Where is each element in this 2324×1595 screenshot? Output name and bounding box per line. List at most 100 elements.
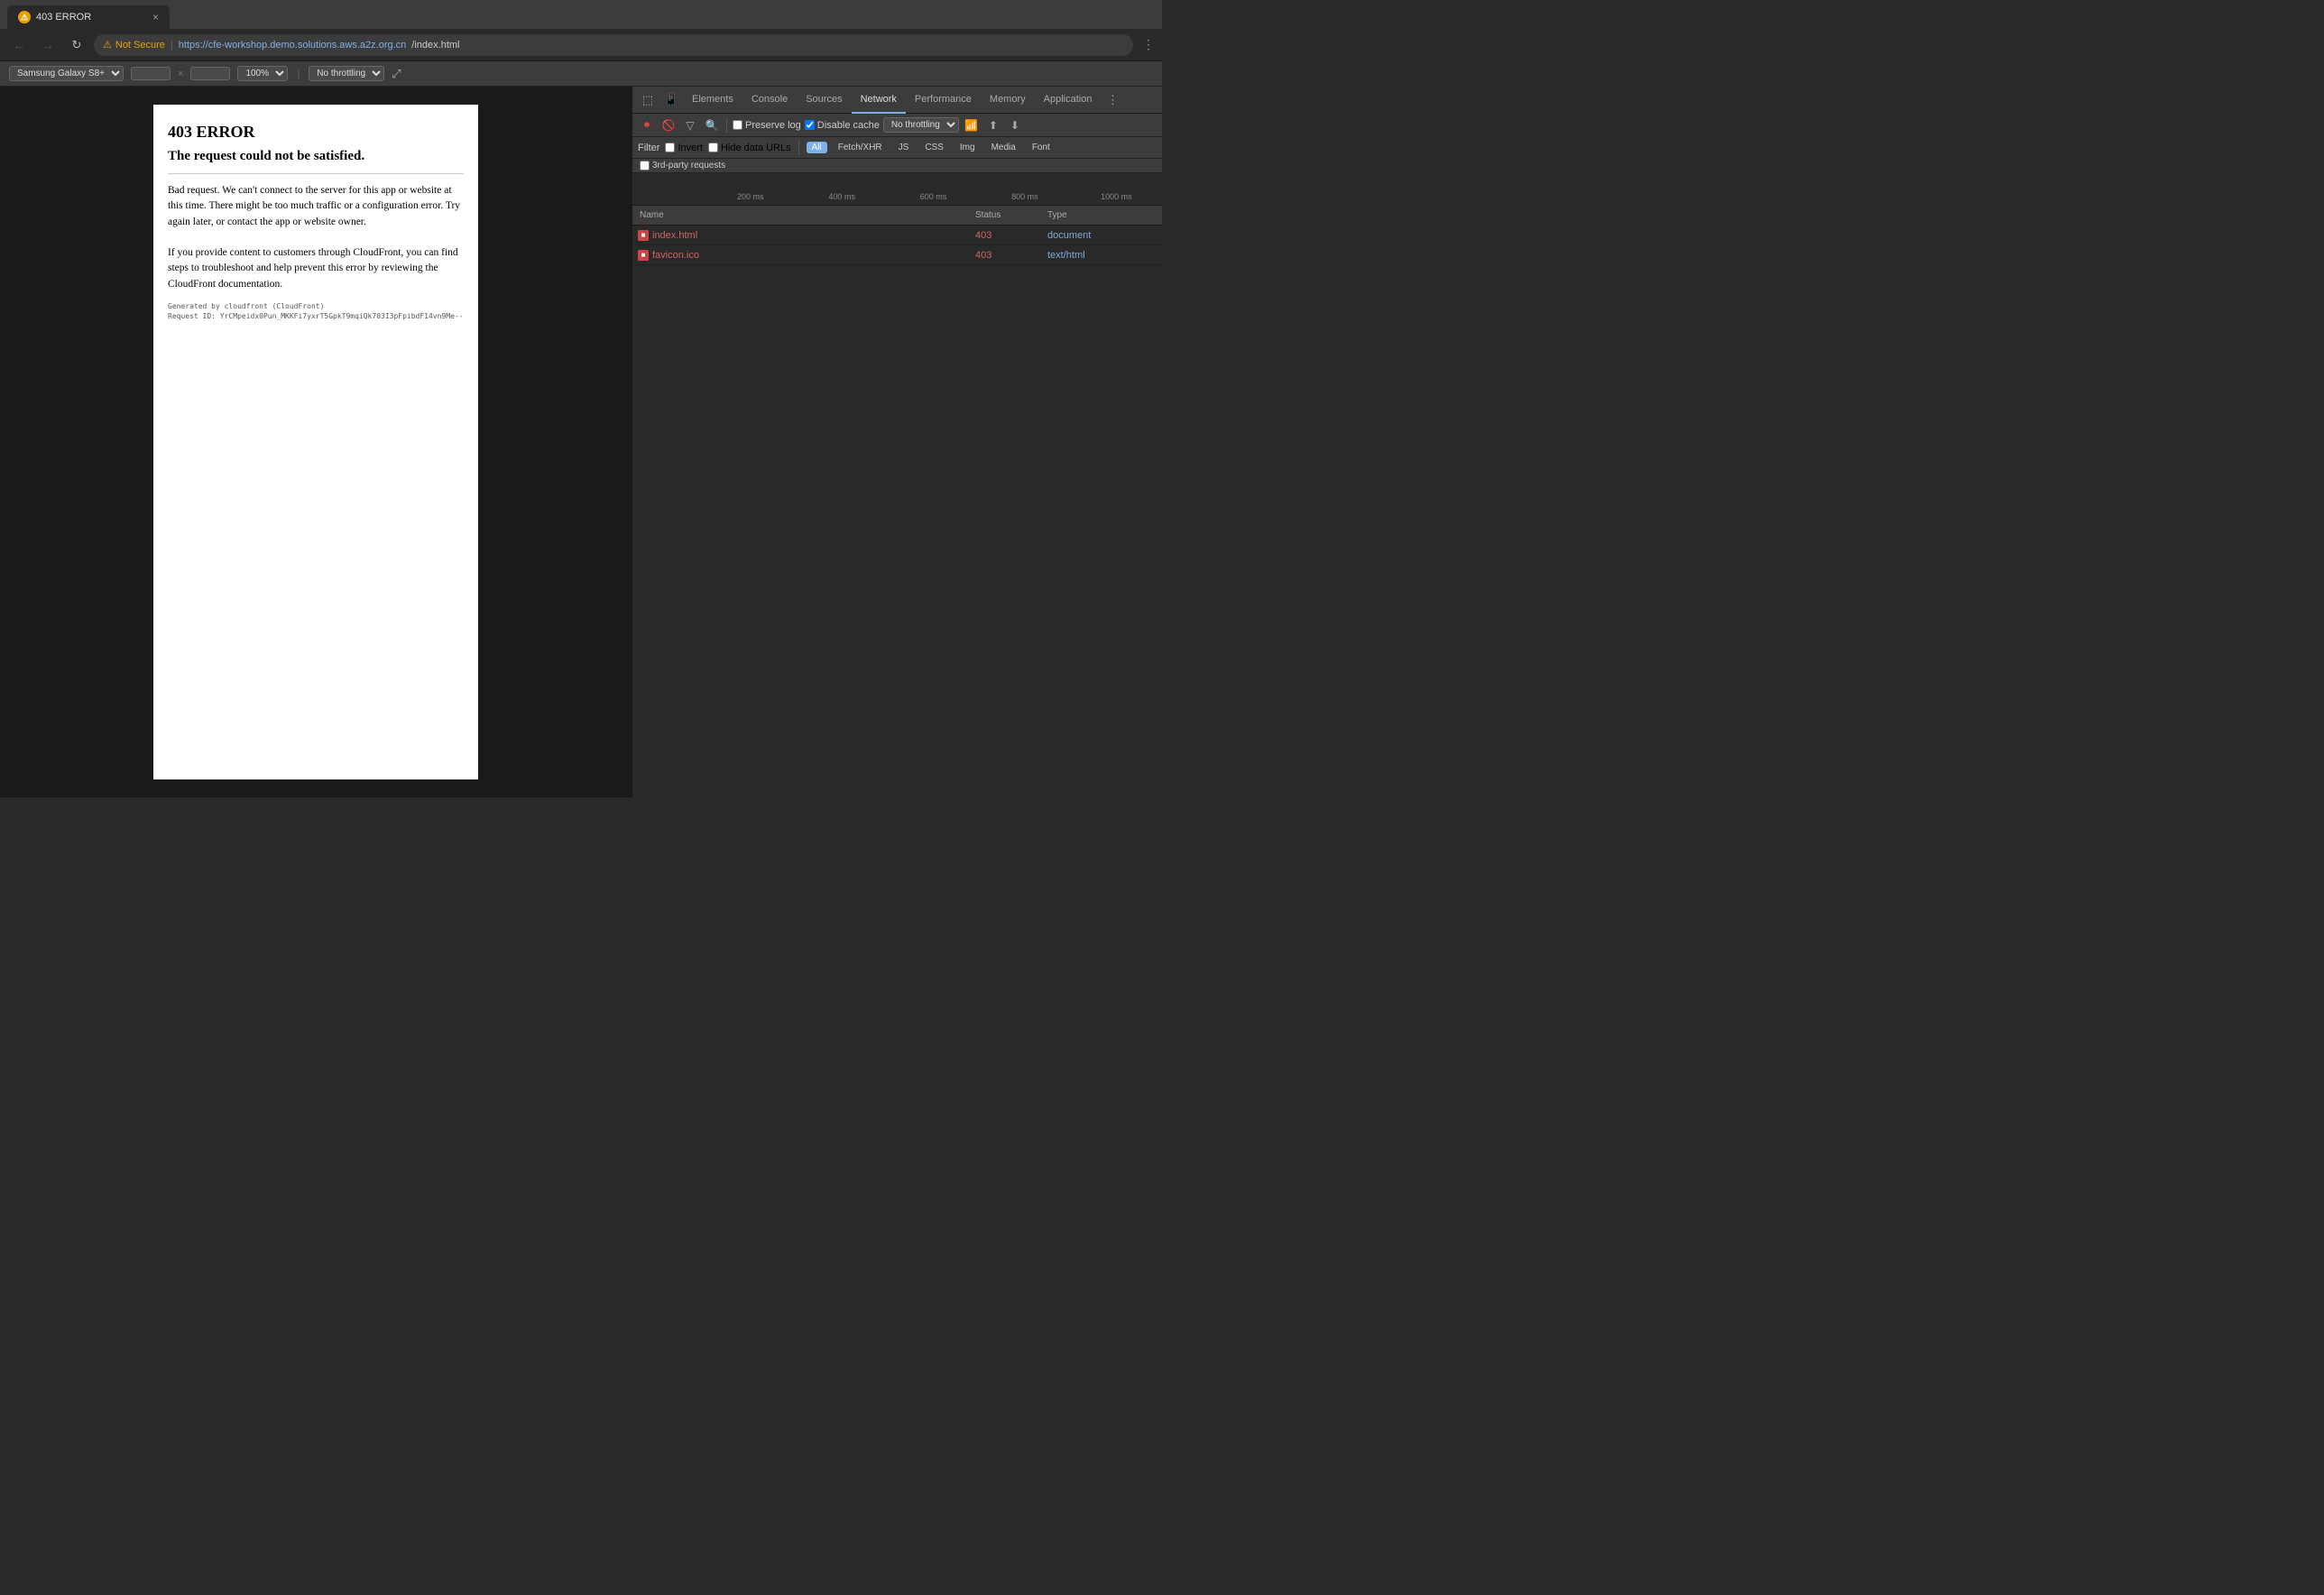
record-button[interactable]: ⏺ [638,116,656,134]
error-title: 403 ERROR [168,123,464,142]
tab-performance[interactable]: Performance [906,87,981,114]
row-1-name-text: index.html [652,230,697,241]
filter-type-all[interactable]: All [807,142,827,153]
table-row[interactable]: ■ favicon.ico 403 text/html [632,245,1162,265]
network-toolbar: ⏺ 🚫 ▽ 🔍 Preserve log Disable cache No th… [632,114,1162,137]
filter-type-fetch-xhr[interactable]: Fetch/XHR [833,142,888,153]
header-name: Name [632,210,975,220]
row-1-name[interactable]: ■ index.html [632,230,975,241]
zoom-selector[interactable]: 100% [237,66,288,81]
filter-icon-btn[interactable]: ▽ [681,116,699,134]
page-viewport: 403 ERROR The request could not be satis… [0,87,632,798]
browser-menu-button[interactable]: ⋮ [1142,37,1155,52]
invert-text: Invert [678,143,703,153]
tab-network[interactable]: Network [852,87,906,114]
filter-type-font[interactable]: Font [1027,142,1056,153]
preserve-log-checkbox[interactable] [733,120,742,130]
filter-label: Filter [638,143,659,153]
security-indicator: ⚠ Not Secure [103,39,165,51]
timeline-label-400ms: 400 ms [796,192,887,201]
row-1-favicon: ■ [638,230,649,241]
download-button[interactable]: ⬇ [1006,116,1024,134]
disable-cache-text: Disable cache [817,120,880,131]
tab-bar: ⚠ 403 ERROR × [0,0,1162,29]
search-button[interactable]: 🔍 [703,116,721,134]
address-bar: ← → ↻ ⚠ Not Secure | https://cfe-worksho… [0,29,1162,61]
device-toolbar: Samsung Galaxy S8+ 360 × 740 100% | No t… [0,61,1162,87]
tab-application-label: Application [1044,94,1093,105]
hide-data-urls-checkbox[interactable] [708,143,718,152]
invert-checkbox[interactable] [665,143,675,152]
third-party-bar: 3rd-party requests [632,159,1162,173]
error-subtitle: The request could not be satisfied. [168,149,464,174]
throttle-selector[interactable]: No throttling [309,66,384,81]
back-button: ← [7,33,31,57]
timeline-labels: 200 ms 400 ms 600 ms 800 ms 1000 ms [632,192,1162,205]
tab-close-btn[interactable]: × [152,11,159,23]
browser-frame: ⚠ 403 ERROR × ← → ↻ ⚠ Not Secure | https… [0,0,1162,798]
toolbar-divider-1 [726,118,727,133]
hide-data-urls-label[interactable]: Hide data URLs [708,143,791,153]
filter-divider [798,141,799,155]
mobile-frame: 403 ERROR The request could not be satis… [153,105,478,779]
row-2-status: 403 [975,250,1047,261]
wifi-icon-btn[interactable]: 📶 [963,116,981,134]
warning-icon: ⚠ [103,39,112,51]
tab-sources-label: Sources [806,94,842,105]
reload-button[interactable]: ↻ [65,33,88,57]
table-header: Name Status Type [632,206,1162,226]
url-domain: https://cfe-workshop.demo.solutions.aws.… [179,40,407,51]
timeline-label-1000ms: 1000 ms [1071,192,1162,201]
url-separator: | [171,40,173,51]
disable-cache-label[interactable]: Disable cache [805,120,880,131]
filter-bar: Filter Invert Hide data URLs All Fetch/X… [632,137,1162,159]
filter-type-img[interactable]: Img [954,142,981,153]
third-party-checkbox[interactable] [640,161,650,171]
row-2-type: text/html [1047,250,1138,261]
tab-title: 403 ERROR [36,12,147,23]
clear-button[interactable]: 🚫 [659,116,678,134]
filter-type-media[interactable]: Media [986,142,1021,153]
third-party-text: 3rd-party requests [652,161,725,171]
filter-type-css[interactable]: CSS [919,142,949,153]
security-label: Not Secure [115,40,165,51]
main-area: 403 ERROR The request could not be satis… [0,87,1162,798]
row-1-type: document [1047,230,1138,241]
tab-elements-label: Elements [692,94,733,105]
forward-button: → [36,33,60,57]
devtools-panel: ⬚ 📱 Elements Console Sources Network Per… [632,87,1162,798]
row-2-name-text: favicon.ico [652,250,699,261]
devtools-inspect-button[interactable]: ⬚ [636,88,659,112]
devtools-tabs-bar: ⬚ 📱 Elements Console Sources Network Per… [632,87,1162,114]
devtools-more-button[interactable]: ⋮ [1101,88,1124,112]
devtools-responsive-button[interactable]: 📱 [659,88,683,112]
width-input[interactable]: 360 [131,67,171,80]
tab-application[interactable]: Application [1035,87,1102,114]
tab-network-label: Network [861,94,897,105]
tab-memory[interactable]: Memory [981,87,1035,114]
network-throttle-selector[interactable]: No throttling [883,117,959,133]
table-row[interactable]: ■ index.html 403 document [632,226,1162,245]
timeline-label-200ms: 200 ms [705,192,796,201]
third-party-label[interactable]: 3rd-party requests [640,161,725,171]
filter-type-js[interactable]: JS [893,142,915,153]
invert-label[interactable]: Invert [665,143,703,153]
tab-elements[interactable]: Elements [683,87,742,114]
row-2-name[interactable]: ■ favicon.ico [632,250,975,261]
row-2-favicon: ■ [638,250,649,261]
preserve-log-label[interactable]: Preserve log [733,120,801,131]
height-input[interactable]: 740 [190,67,230,80]
network-table: Name Status Type ■ index.html 403 docume… [632,206,1162,798]
device-selector[interactable]: Samsung Galaxy S8+ [9,66,124,81]
disable-cache-checkbox[interactable] [805,120,815,130]
tab-console[interactable]: Console [742,87,797,114]
browser-tab[interactable]: ⚠ 403 ERROR × [7,5,170,29]
url-domain-text: cfe-workshop.demo.solutions.aws.a2z.org.… [208,40,407,51]
rotate-button[interactable]: ⤢ [392,67,401,81]
upload-button[interactable]: ⬆ [984,116,1002,134]
dim-separator: × [178,69,183,79]
timeline-bar: 200 ms 400 ms 600 ms 800 ms 1000 ms [632,173,1162,206]
url-bar[interactable]: ⚠ Not Secure | https://cfe-workshop.demo… [94,34,1133,56]
tab-performance-label: Performance [915,94,972,105]
tab-sources[interactable]: Sources [797,87,851,114]
